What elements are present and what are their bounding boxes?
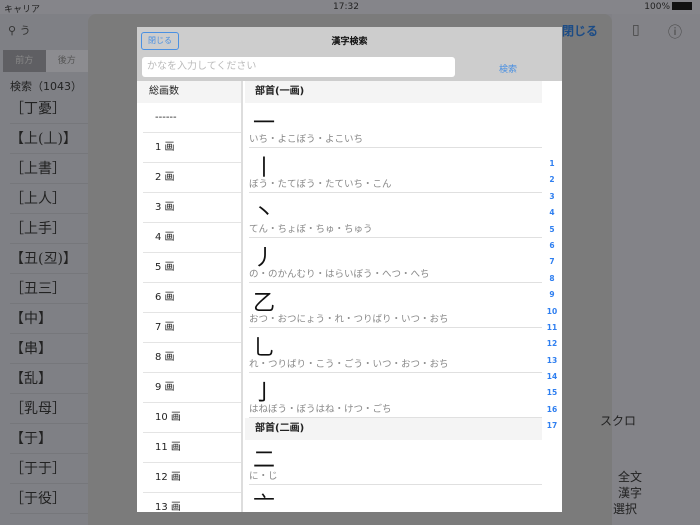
stroke-row[interactable]: 6 画 xyxy=(143,283,241,313)
clock: 17:32 xyxy=(333,2,359,12)
radical-reading: に・じ xyxy=(249,471,278,482)
stroke-row[interactable]: 11 画 xyxy=(143,433,241,463)
battery-percent: 100% xyxy=(644,2,670,12)
result-list: ［丁憂］ 【上(丄)】 ［上書］ ［上人］ ［上手］ 【丑(丒)】 ［丑三］ 【中】 【串】 【乱… xyxy=(10,94,88,514)
radical-reading: おつ・おつにょう・れ・つりばり・いつ・おち xyxy=(249,314,449,325)
stroke-row[interactable]: 7 画 xyxy=(143,313,241,343)
index-item[interactable]: 10 xyxy=(542,307,562,323)
list-item[interactable]: ［丁憂］ xyxy=(10,94,88,124)
list-item[interactable]: 【乱】 xyxy=(10,364,88,394)
radical-row[interactable]: 亠 xyxy=(249,485,542,512)
search-field[interactable]: ⚲ う xyxy=(8,22,31,38)
stroke-row[interactable]: 12 画 xyxy=(143,463,241,493)
stroke-row[interactable]: 2 画 xyxy=(143,163,241,193)
stroke-row[interactable]: 1 画 xyxy=(143,133,241,163)
radical-kanji: 亠 xyxy=(253,493,276,512)
index-item[interactable]: 6 xyxy=(542,241,562,257)
index-item[interactable]: 15 xyxy=(542,388,562,404)
list-item[interactable]: ［上書］ xyxy=(10,154,88,184)
segment-forward[interactable]: 前方 xyxy=(3,50,46,72)
radical-reading: れ・つりばり・こう・ごう・いつ・おつ・おち xyxy=(249,359,449,370)
radical-row[interactable]: 二に・じ xyxy=(249,440,542,485)
index-item[interactable]: 7 xyxy=(542,257,562,273)
list-item[interactable]: ［乳母］ xyxy=(10,394,88,424)
search-icon: ⚲ xyxy=(8,24,20,37)
index-item[interactable]: 4 xyxy=(542,208,562,224)
index-item[interactable]: 16 xyxy=(542,405,562,421)
radical-reading: はねぼう・ぼうはね・けつ・ごち xyxy=(249,404,392,415)
radical-reading: ぼう・たてぼう・たていち・こん xyxy=(249,179,392,190)
search-button[interactable]: 検索 xyxy=(499,62,517,75)
list-item[interactable]: 【串】 xyxy=(10,334,88,364)
index-item[interactable]: 3 xyxy=(542,192,562,208)
list-item[interactable]: ［上人］ xyxy=(10,184,88,214)
direction-segment: 前方 後方 xyxy=(3,50,88,72)
radical-row[interactable]: 丨ぼう・たてぼう・たていち・こん xyxy=(249,148,542,193)
battery: 100% xyxy=(644,2,692,12)
list-item[interactable]: ［丑三］ xyxy=(10,274,88,304)
sheet-close-button[interactable]: 閉じる xyxy=(562,22,598,39)
stroke-row[interactable]: ------ xyxy=(143,103,241,133)
stroke-row[interactable]: 4 画 xyxy=(143,223,241,253)
index-item[interactable]: 12 xyxy=(542,339,562,355)
radical-list[interactable]: 部首(一画) 一いち・よこぼう・よこいち丨ぼう・たてぼう・たていち・こん丶てん・ち… xyxy=(245,81,542,512)
kanji-search-modal: 閉じる 漢字検索 かなを入力してください 検索 総画数 ------ 1 画2 画… xyxy=(137,27,562,512)
list-item[interactable]: 【上(丄)】 xyxy=(10,124,88,154)
radical-reading: の・のかんむり・はらいぼう・へつ・へち xyxy=(249,269,430,280)
index-item[interactable]: 5 xyxy=(542,225,562,241)
stroke-row[interactable]: 5 画 xyxy=(143,253,241,283)
info-icon[interactable]: ⓘ xyxy=(668,22,682,42)
list-item[interactable]: 【中】 xyxy=(10,304,88,334)
sidebar: ⚲ う 前方 後方 検索（1043） ［丁憂］ 【上(丄)】 ［上書］ ［上人］ ［上手… xyxy=(0,14,88,525)
bg-text: 全文 xyxy=(618,470,643,484)
modal-header: 閉じる 漢字検索 かなを入力してください 検索 xyxy=(137,27,562,81)
index-item[interactable]: 8 xyxy=(542,274,562,290)
radical-row[interactable]: 丶てん・ちょぼ・ちゅ・ちゅう xyxy=(249,193,542,238)
segment-backward[interactable]: 後方 xyxy=(45,50,88,72)
index-item[interactable]: 9 xyxy=(542,290,562,306)
list-item[interactable]: 【于】 xyxy=(10,424,88,454)
bg-text: 漢字 xyxy=(618,486,643,500)
index-item[interactable]: 14 xyxy=(542,372,562,388)
radical-reading: てん・ちょぼ・ちゅ・ちゅう xyxy=(249,224,373,235)
status-bar: キャリア 17:32 100% xyxy=(0,0,700,15)
result-count: 検索（1043） xyxy=(10,80,82,93)
modal-title: 漢字検索 xyxy=(331,37,368,47)
list-item[interactable]: ［上手］ xyxy=(10,214,88,244)
list-item[interactable]: 【丑(丒)】 xyxy=(10,244,88,274)
section-header: 部首(一画) xyxy=(245,81,542,103)
section-header: 部首(二画) xyxy=(245,418,542,440)
radical-reading: いち・よこぼう・よこいち xyxy=(249,134,364,145)
right-pane: ▯ ⓘ xyxy=(612,14,700,525)
battery-icon xyxy=(672,2,692,10)
stroke-row[interactable]: 9 画 xyxy=(143,373,241,403)
stroke-row[interactable]: 3 画 xyxy=(143,193,241,223)
index-item[interactable]: 11 xyxy=(542,323,562,339)
radical-row[interactable]: 乙おつ・おつにょう・れ・つりばり・いつ・おち xyxy=(249,283,542,328)
list-item[interactable]: ［于于］ xyxy=(10,454,88,484)
stroke-count-list[interactable]: 総画数 ------ 1 画2 画3 画4 画5 画6 画7 画8 画9 画 10 … xyxy=(137,81,243,512)
stroke-row[interactable]: 13 画 xyxy=(143,493,241,512)
index-item[interactable]: 17 xyxy=(542,421,562,437)
bg-text: 選択 xyxy=(613,502,638,516)
radical-row[interactable]: 丿の・のかんむり・はらいぼう・へつ・へち xyxy=(249,238,542,283)
radical-row[interactable]: 乚れ・つりばり・こう・ごう・いつ・おつ・おち xyxy=(249,328,542,373)
stroke-header: 総画数 xyxy=(137,81,241,103)
radical-row[interactable]: 亅はねぼう・ぼうはね・けつ・ごち xyxy=(249,373,542,418)
bg-text: スクロ xyxy=(600,414,637,428)
stroke-row[interactable]: 8 画 xyxy=(143,343,241,373)
index-item[interactable]: 13 xyxy=(542,356,562,372)
radical-row[interactable]: 一いち・よこぼう・よこいち xyxy=(249,103,542,148)
book-icon[interactable]: ▯ xyxy=(632,22,640,38)
list-item[interactable]: ［于役］ xyxy=(10,484,88,514)
section-index[interactable]: 1 2 3 4 5 6 7 8 9 10 11 12 13 14 15 16 17 xyxy=(542,159,562,438)
index-item[interactable]: 2 xyxy=(542,175,562,191)
stroke-row[interactable]: 10 画 xyxy=(143,403,241,433)
index-item[interactable]: 1 xyxy=(542,159,562,175)
search-value: う xyxy=(19,24,31,37)
kana-input[interactable]: かなを入力してください xyxy=(142,57,455,77)
